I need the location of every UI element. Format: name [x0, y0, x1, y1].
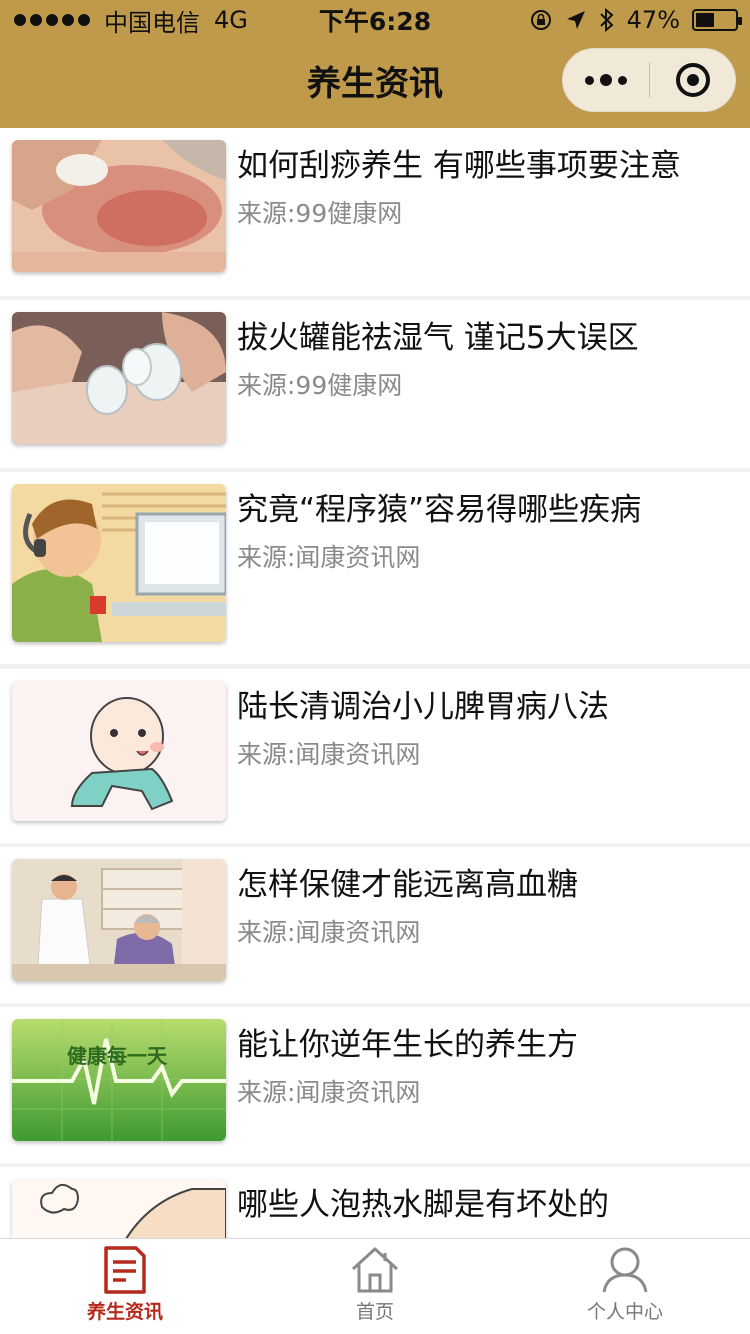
- article-source: 来源:闻康资讯网: [237, 918, 421, 947]
- article-thumbnail: [12, 1179, 226, 1238]
- target-close-icon: [675, 63, 710, 97]
- article-title: 如何刮痧养生 有哪些事项要注意: [237, 148, 681, 184]
- close-mini-program-button[interactable]: [650, 48, 735, 112]
- location-arrow-icon: [566, 11, 585, 29]
- list-item[interactable]: 如何刮痧养生 有哪些事项要注意 来源:99健康网: [0, 128, 750, 296]
- thumbnail-caption: 健康每一天: [67, 1044, 168, 1068]
- bottom-tab-bar: 养生资讯 首页 个人中心: [0, 1238, 750, 1334]
- mini-program-capsule: [562, 48, 736, 112]
- status-bar: 中国电信 4G 下午6:28 47%: [0, 0, 750, 40]
- home-icon: [351, 1247, 399, 1293]
- network-type: 4G: [214, 6, 248, 34]
- more-icon[interactable]: [563, 48, 649, 112]
- article-title: 哪些人泡热水脚是有坏处的: [237, 1187, 609, 1223]
- tab-label: 个人中心: [586, 1301, 663, 1323]
- status-left: 中国电信 4G: [14, 3, 248, 38]
- battery-icon: [692, 9, 742, 31]
- tab-label: 首页: [355, 1301, 394, 1323]
- article-title: 拔火罐能祛湿气 谨记5大误区: [237, 320, 639, 356]
- battery-percent: 47%: [626, 6, 680, 34]
- list-item[interactable]: 拔火罐能祛湿气 谨记5大误区 来源:99健康网: [0, 300, 750, 468]
- article-source: 来源:闻康资讯网: [237, 543, 421, 572]
- article-title: 陆长清调治小儿脾胃病八法: [237, 689, 609, 725]
- carrier-name: 中国电信: [104, 8, 200, 37]
- document-icon: [104, 1246, 146, 1294]
- tab-personal-center[interactable]: 个人中心: [500, 1239, 750, 1334]
- article-source: 来源:99健康网: [237, 371, 403, 400]
- battery-fill: [696, 13, 714, 27]
- article-source: 来源:99健康网: [237, 199, 403, 228]
- tab-home[interactable]: 首页: [250, 1239, 500, 1334]
- list-item[interactable]: 究竟“程序猿”容易得哪些疾病 来源:闻康资讯网: [0, 472, 750, 664]
- orientation-lock-icon: [530, 10, 551, 30]
- list-item[interactable]: 怎样保健才能远离高血糖 来源:闻康资讯网: [0, 847, 750, 1003]
- article-thumbnail: [12, 312, 226, 444]
- bluetooth-icon: [599, 7, 614, 33]
- article-title: 能让你逆年生长的养生方: [237, 1027, 578, 1063]
- article-title: 究竟“程序猿”容易得哪些疾病: [237, 492, 642, 528]
- person-icon: [602, 1247, 648, 1293]
- article-title: 怎样保健才能远离高血糖: [237, 867, 578, 903]
- article-thumbnail: 健康每一天: [12, 1019, 226, 1141]
- article-source: 来源:闻康资讯网: [237, 1078, 421, 1107]
- list-item[interactable]: 健康每一天 能让你逆年生长的养生方 来源:闻康资讯网: [0, 1007, 750, 1163]
- tab-health-news[interactable]: 养生资讯: [0, 1239, 250, 1334]
- signal-dots-icon: [14, 14, 90, 26]
- article-thumbnail: [12, 484, 226, 642]
- article-source: 来源:闻康资讯网: [237, 740, 421, 769]
- status-right: 47%: [529, 6, 742, 34]
- tab-label: 养生资讯: [86, 1301, 163, 1323]
- article-thumbnail: [12, 140, 226, 272]
- list-item[interactable]: 陆长清调治小儿脾胃病八法 来源:闻康资讯网: [0, 669, 750, 843]
- navigation-bar: 养生资讯: [0, 40, 750, 128]
- article-list: 如何刮痧养生 有哪些事项要注意 来源:99健康网 拔火罐能祛湿气 谨记5大误区 …: [0, 128, 750, 1238]
- article-thumbnail: [12, 681, 226, 821]
- article-thumbnail: [12, 859, 226, 981]
- list-item[interactable]: 哪些人泡热水脚是有坏处的: [0, 1167, 750, 1238]
